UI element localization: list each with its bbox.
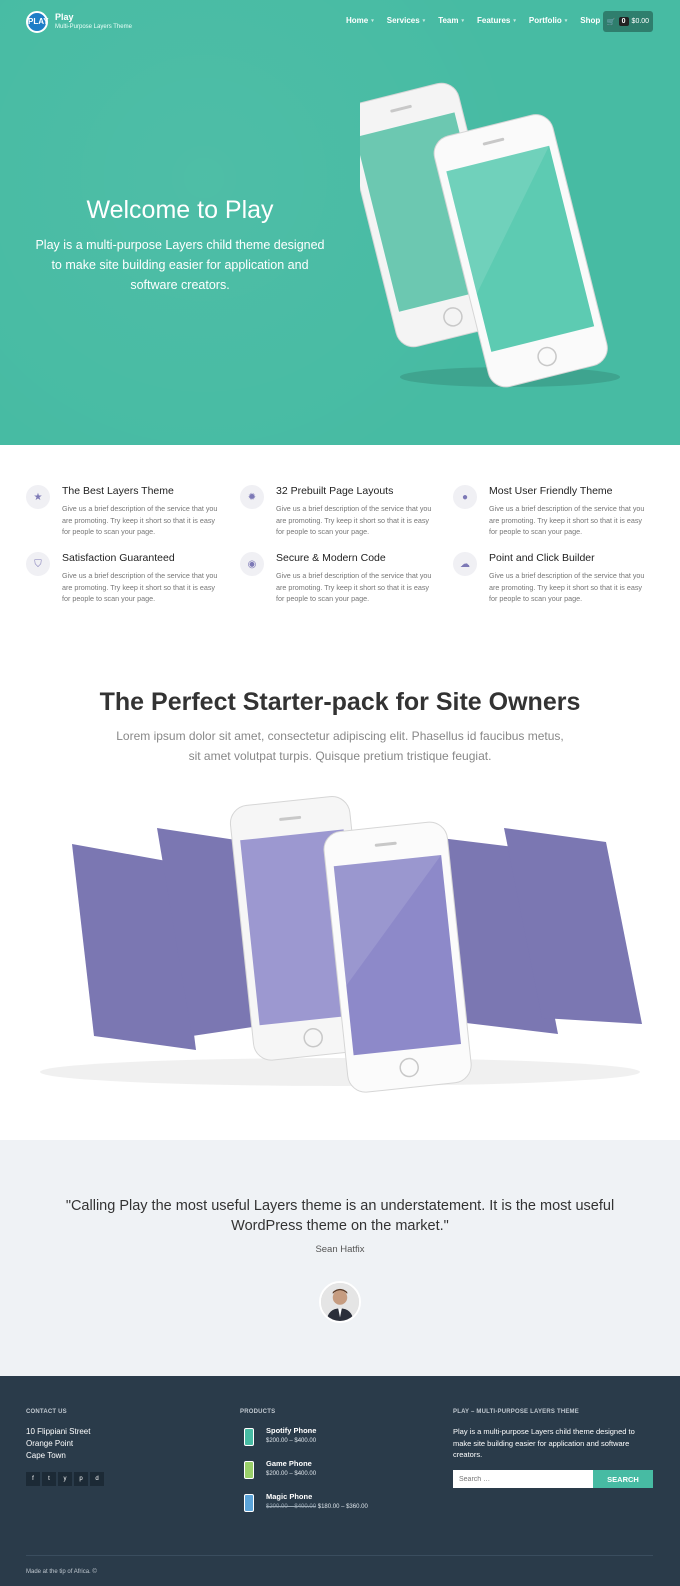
nav-label: Services <box>386 16 420 25</box>
copyright: Made at the tip of Africa. © <box>26 1569 97 1575</box>
nav-item-services[interactable]: Services ▾ <box>387 16 425 25</box>
footer: CONTACT US 10 Flippiani Street Orange Po… <box>0 1376 680 1586</box>
product-price: $200.00 – $400.00 <box>266 1471 317 1477</box>
feature-description: Give us a brief description of the servi… <box>489 504 645 537</box>
chevron-down-icon: ▾ <box>422 17 426 24</box>
address-line: 10 Flippiani Street <box>26 1427 91 1436</box>
product-price: $200.00 – $400.00 <box>266 1438 317 1444</box>
twitter-icon[interactable]: t <box>42 1472 56 1486</box>
address-line: Cape Town <box>26 1451 66 1460</box>
footer-heading: PRODUCTS <box>240 1409 276 1415</box>
starter-description: Lorem ipsum dolor sit amet, consectetur … <box>116 729 564 763</box>
feature-title: 32 Prebuilt Page Layouts <box>276 485 394 497</box>
piggy-bank-icon: ◉ <box>240 552 264 576</box>
nav-label: Team <box>438 16 459 25</box>
feature-description: Give us a brief description of the servi… <box>489 571 645 604</box>
star-icon: ★ <box>26 485 50 509</box>
nav-item-home[interactable]: Home ▾ <box>346 16 374 25</box>
product-name[interactable]: Magic Phone <box>266 1492 312 1501</box>
nav-item-portfolio[interactable]: Portfolio ▾ <box>529 16 567 25</box>
cart-button[interactable]: 🛒 0 $0.00 <box>603 11 653 32</box>
nav-label: Portfolio <box>528 16 562 25</box>
facebook-icon[interactable]: f <box>26 1472 40 1486</box>
site-title[interactable]: Play <box>55 12 74 22</box>
cart-count: 0 <box>618 17 629 26</box>
product-name[interactable]: Game Phone <box>266 1459 312 1468</box>
nav-label: Features <box>477 16 511 25</box>
product-name[interactable]: Spotify Phone <box>266 1426 316 1435</box>
features-section: ★ The Best Layers Theme Give us a brief … <box>0 445 680 635</box>
user-icon: ● <box>453 485 477 509</box>
search-button[interactable]: SEARCH <box>593 1470 653 1488</box>
phone-thumbnail <box>244 1494 254 1512</box>
product-item[interactable]: Game Phone $200.00 – $400.00 <box>240 1459 420 1487</box>
starter-title: The Perfect Starter-pack for Site Owners <box>99 688 581 716</box>
dribbble-icon[interactable]: d <box>90 1472 104 1486</box>
feature-title: Secure & Modern Code <box>276 552 386 564</box>
starter-phones-image <box>40 796 642 1093</box>
cart-total: $0.00 <box>631 18 650 25</box>
search-input[interactable] <box>453 1470 593 1488</box>
nav-label: Shop <box>580 16 601 25</box>
social-links: f t y p d <box>26 1472 104 1486</box>
hero-description: Play is a multi-purpose Layers child the… <box>35 238 325 292</box>
navbar: PLAY Play Multi-Purpose Layers Theme Hom… <box>0 0 680 44</box>
hero-phones-image <box>360 82 620 388</box>
main-nav: Home ▾ Services ▾ Team ▾ Features ▾ Portfoli… <box>346 16 619 25</box>
chevron-down-icon: ▾ <box>564 17 568 24</box>
about-text: Play is a multi-purpose Layers child the… <box>453 1427 635 1459</box>
sale-price: $180.00 – $360.00 <box>317 1504 368 1510</box>
phone-thumbnail <box>244 1428 254 1446</box>
feature-description: Give us a brief description of the servi… <box>276 504 432 537</box>
feature-title: Satisfaction Guaranteed <box>62 552 175 564</box>
cloud-icon: ☁ <box>453 552 477 576</box>
chevron-down-icon: ▾ <box>371 17 374 24</box>
nav-item-shop[interactable]: Shop▾ <box>580 16 606 25</box>
product-price: $200.00 – $400.00 $180.00 – $360.00 <box>266 1504 368 1510</box>
avatar <box>319 1281 361 1323</box>
nav-label: Home <box>346 16 369 25</box>
youtube-icon[interactable]: y <box>58 1472 72 1486</box>
testimonial-author: Sean Hatfix <box>315 1244 365 1255</box>
chevron-down-icon: ▾ <box>461 17 465 24</box>
phone-thumbnail <box>244 1461 254 1479</box>
testimonial-quote: "Calling Play the most useful Layers the… <box>65 1198 615 1234</box>
feature-description: Give us a brief description of the servi… <box>276 571 432 604</box>
nav-item-features[interactable]: Features ▾ <box>477 16 516 25</box>
old-price: $200.00 – $400.00 <box>266 1504 317 1510</box>
pinterest-icon[interactable]: p <box>74 1472 88 1486</box>
footer-heading: PLAY – MULTI-PURPOSE LAYERS THEME <box>453 1409 579 1415</box>
person-icon <box>321 1283 359 1321</box>
hero-section: PLAY Play Multi-Purpose Layers Theme Hom… <box>0 0 680 445</box>
feature-description: Give us a brief description of the servi… <box>62 571 218 604</box>
feature-description: Give us a brief description of the servi… <box>62 504 218 537</box>
product-item[interactable]: Spotify Phone $200.00 – $400.00 <box>240 1426 420 1454</box>
site-logo[interactable]: PLAY <box>26 11 49 33</box>
site-tagline: Multi-Purpose Layers Theme <box>55 24 132 30</box>
hero-title: Welcome to Play <box>86 196 274 224</box>
cart-icon: 🛒 <box>606 18 616 26</box>
contact-address: 10 Flippiani Street Orange Point Cape To… <box>26 1426 90 1462</box>
feature-title: Most User Friendly Theme <box>489 485 613 497</box>
feature-title: The Best Layers Theme <box>62 485 174 497</box>
feature-title: Point and Click Builder <box>489 552 595 564</box>
footer-heading: CONTACT US <box>26 1409 67 1415</box>
nav-item-team[interactable]: Team ▾ <box>438 16 464 25</box>
testimonial-section: "Calling Play the most useful Layers the… <box>0 1140 680 1376</box>
gear-icon: ✹ <box>240 485 264 509</box>
footer-divider <box>26 1555 653 1556</box>
product-item[interactable]: Magic Phone $200.00 – $400.00 $180.00 – … <box>240 1492 420 1520</box>
chevron-down-icon: ▾ <box>513 17 516 24</box>
address-line: Orange Point <box>26 1439 74 1448</box>
shield-icon: ⛉ <box>26 552 50 576</box>
